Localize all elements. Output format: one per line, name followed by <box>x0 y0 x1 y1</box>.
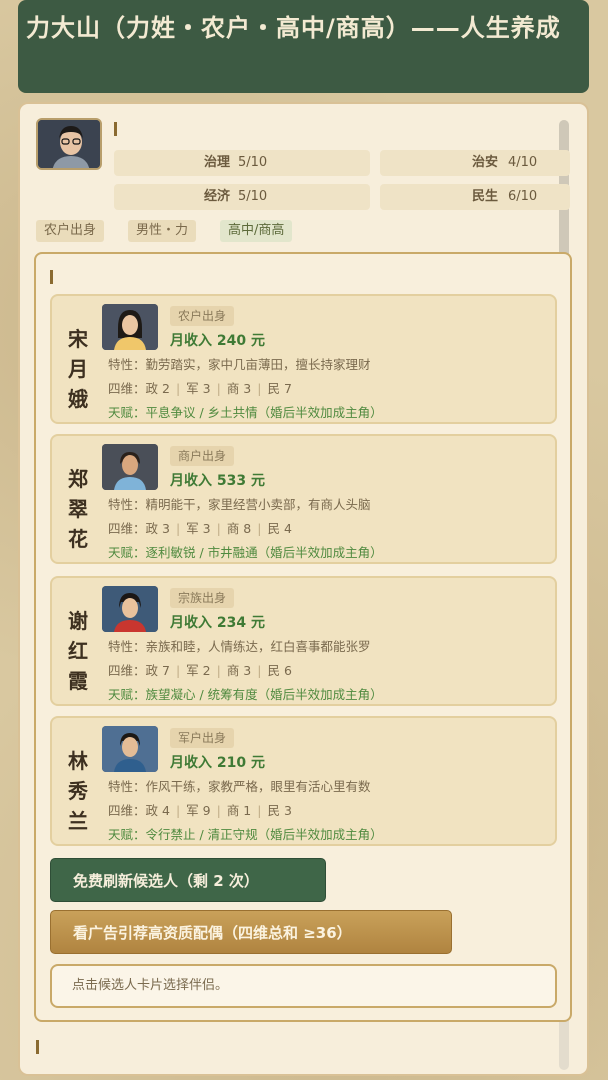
candidate-name: 谢 红 霞 <box>64 606 92 696</box>
candidate-avatar <box>102 726 158 772</box>
text-cursor <box>36 1040 39 1054</box>
candidate-name: 郑 翠 花 <box>64 464 92 554</box>
candidate-avatar <box>102 444 158 490</box>
stat-people: 民 7 <box>267 381 292 396</box>
watch-ad-button[interactable]: 看广告引荐高资质配偶（四维总和 ≥36） <box>50 910 452 954</box>
stat-commerce: 商 3 <box>226 381 252 396</box>
stat-economy: 经济 5/10 <box>114 184 370 210</box>
name-char: 林 <box>68 749 88 773</box>
tag-origin: 农户出身 <box>36 220 105 242</box>
candidate-card[interactable]: 郑 翠 花 商户出身 月收入 533 元 特性：精明能干，家里经营小卖部，有商人… <box>50 434 557 564</box>
name-char: 花 <box>68 527 88 551</box>
candidate-name: 林 秀 兰 <box>64 746 92 836</box>
stat-commerce: 商 3 <box>226 663 252 678</box>
refresh-candidates-button[interactable]: 免费刷新候选人（剩 2 次） <box>50 858 326 902</box>
name-char: 月 <box>68 357 88 381</box>
stat-politics: 政 2 <box>145 381 170 396</box>
page-title: 力大山（力姓・农户・高中/商高）——人生养成 <box>18 0 589 93</box>
name-char: 谢 <box>68 609 88 633</box>
name-char: 秀 <box>68 779 88 803</box>
stat-label: 治安 <box>472 155 499 170</box>
name-char: 霞 <box>68 669 88 693</box>
stat-people: 民 6 <box>267 663 292 678</box>
name-char: 宋 <box>68 327 88 351</box>
stats-label: 四维： <box>108 663 146 678</box>
name-char: 娥 <box>68 387 88 411</box>
stat-commerce: 商 1 <box>226 803 252 818</box>
stats-label: 四维： <box>108 803 146 818</box>
talent-text: 天赋：令行禁止 / 清正守规（婚后半效加成主角） <box>108 827 383 842</box>
trait-text: 特性：作风干练，家教严格，眼里有活心里有数 <box>108 779 371 794</box>
tag-education: 高中/商高 <box>220 220 293 242</box>
four-stats: 四维：政 7 | 军 2 | 商 3 | 民 6 <box>108 663 292 678</box>
origin-badge: 农户出身 <box>170 306 235 326</box>
stat-commerce: 商 8 <box>226 521 252 536</box>
four-stats: 四维：政 2 | 军 3 | 商 3 | 民 7 <box>108 381 292 396</box>
stat-governance: 治理 5/10 <box>114 150 370 176</box>
candidate-avatar <box>102 586 158 632</box>
income-text: 月收入 533 元 <box>170 473 265 489</box>
stat-value: 6/10 <box>508 189 538 204</box>
stat-politics: 政 7 <box>145 663 170 678</box>
stat-value: 5/10 <box>238 155 268 170</box>
name-char: 兰 <box>68 809 88 833</box>
trait-text: 特性：亲族和睦，人情练达，红白喜事都能张罗 <box>108 639 371 654</box>
stat-security: 治安 4/10 <box>380 150 570 176</box>
origin-badge: 商户出身 <box>170 446 235 466</box>
four-stats: 四维：政 3 | 军 3 | 商 8 | 民 4 <box>108 521 292 536</box>
stat-people: 民 4 <box>267 521 292 536</box>
text-cursor <box>50 270 53 284</box>
trait-text: 特性：勤劳踏实，家中几亩薄田，擅长持家理财 <box>108 357 371 372</box>
talent-text: 天赋：逐利敏锐 / 市井融通（婚后半效加成主角） <box>108 545 383 560</box>
candidate-name: 宋 月 娥 <box>64 324 92 414</box>
main-panel: 治理 5/10 治安 4/10 经济 5/10 民生 6/10 农户出身 男性・… <box>18 102 589 1076</box>
stat-label: 治理 <box>204 155 231 170</box>
player-avatar <box>36 118 102 170</box>
selection-hint: 点击候选人卡片选择伴侣。 <box>50 964 557 1008</box>
stat-value: 4/10 <box>508 155 538 170</box>
candidate-card[interactable]: 林 秀 兰 军户出身 月收入 210 元 特性：作风干练，家教严格，眼里有活心里… <box>50 716 557 846</box>
name-char: 红 <box>68 639 88 663</box>
stat-military: 军 3 <box>186 521 211 536</box>
origin-badge: 宗族出身 <box>170 588 235 608</box>
stat-military: 军 2 <box>186 663 211 678</box>
income-text: 月收入 240 元 <box>170 333 265 349</box>
text-cursor <box>114 122 117 136</box>
stats-label: 四维： <box>108 381 146 396</box>
stat-label: 经济 <box>204 189 231 204</box>
tag-gender: 男性・力 <box>128 220 197 242</box>
stats-label: 四维： <box>108 521 146 536</box>
income-text: 月收入 234 元 <box>170 615 265 631</box>
stat-politics: 政 4 <box>145 803 170 818</box>
name-char: 翠 <box>68 497 88 521</box>
stat-military: 军 9 <box>186 803 211 818</box>
stat-livelihood: 民生 6/10 <box>380 184 570 210</box>
trait-text: 特性：精明能干，家里经营小卖部，有商人头脑 <box>108 497 371 512</box>
origin-badge: 军户出身 <box>170 728 235 748</box>
candidate-avatar <box>102 304 158 350</box>
talent-text: 天赋：族望凝心 / 统筹有度（婚后半效加成主角） <box>108 687 383 702</box>
name-char: 郑 <box>68 467 88 491</box>
income-text: 月收入 210 元 <box>170 755 265 771</box>
stat-military: 军 3 <box>186 381 211 396</box>
stat-people: 民 3 <box>267 803 292 818</box>
candidate-card[interactable]: 宋 月 娥 农户出身 月收入 240 元 特性：勤劳踏实，家中几亩薄田，擅长持家… <box>50 294 557 424</box>
candidate-card[interactable]: 谢 红 霞 宗族出身 月收入 234 元 特性：亲族和睦，人情练达，红白喜事都能… <box>50 576 557 706</box>
four-stats: 四维：政 4 | 军 9 | 商 1 | 民 3 <box>108 803 292 818</box>
stat-value: 5/10 <box>238 189 268 204</box>
stat-politics: 政 3 <box>145 521 170 536</box>
talent-text: 天赋：平息争议 / 乡土共情（婚后半效加成主角） <box>108 405 383 420</box>
candidate-section: 宋 月 娥 农户出身 月收入 240 元 特性：勤劳踏实，家中几亩薄田，擅长持家… <box>34 252 572 1022</box>
stat-label: 民生 <box>472 189 499 204</box>
